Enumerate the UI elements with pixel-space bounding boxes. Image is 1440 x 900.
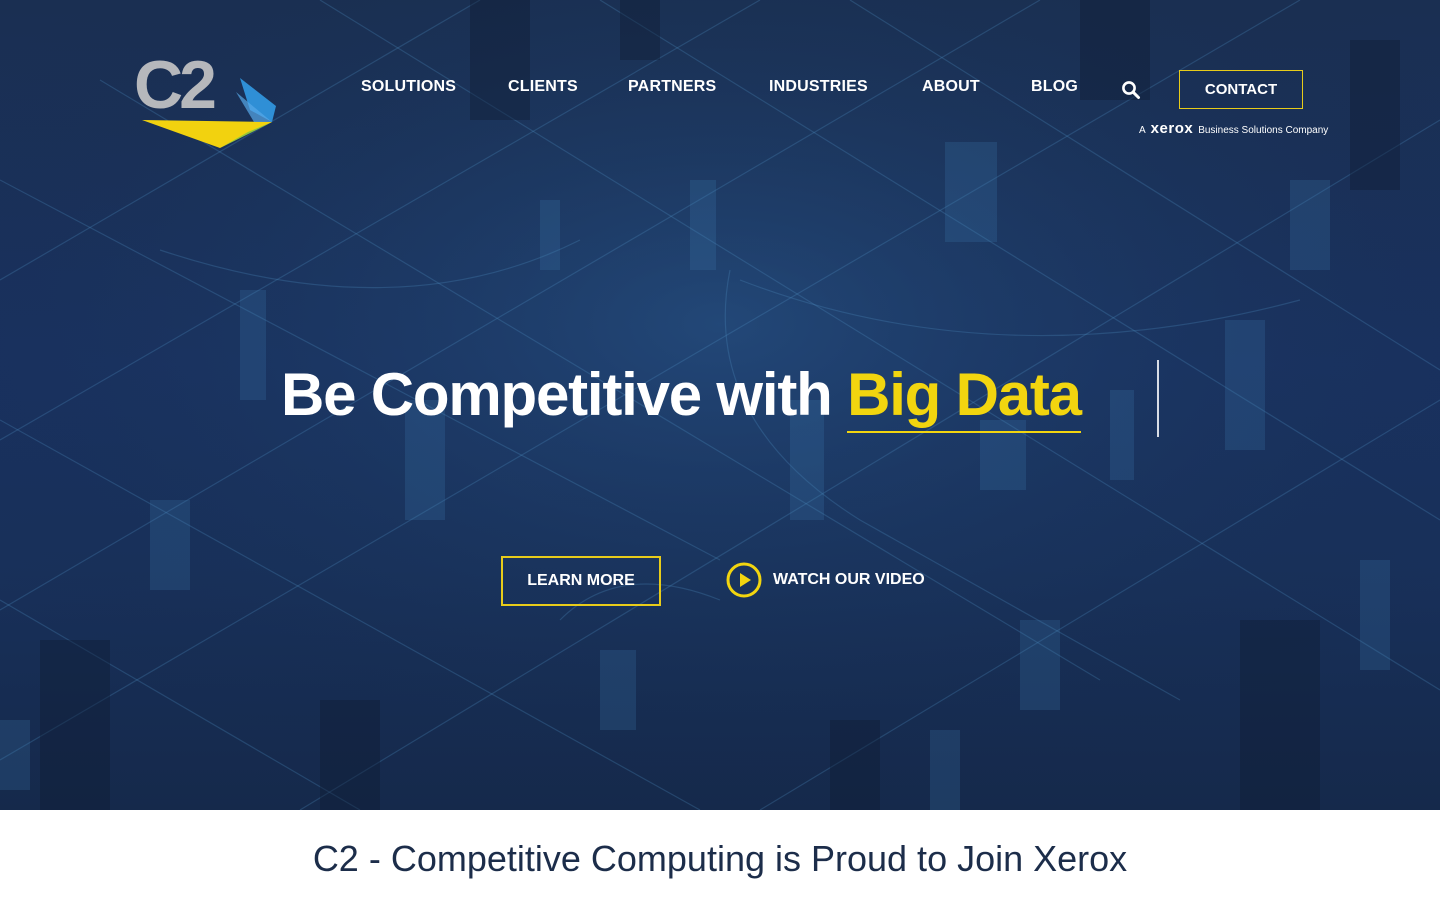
xerox-prefix: A: [1139, 125, 1146, 136]
nav-clients[interactable]: CLIENTS: [508, 78, 578, 102]
watch-video-button[interactable]: WATCH OUR VIDEO: [726, 562, 925, 598]
nav-blog[interactable]: BLOG: [1031, 78, 1078, 102]
xerox-tagline: A xerox Business Solutions Company: [1139, 120, 1328, 137]
headline-highlight: Big Data: [847, 359, 1082, 433]
play-circle-icon: [726, 562, 762, 598]
headline-text: Be Competitive with: [281, 361, 848, 428]
xerox-suffix: Business Solutions Company: [1198, 125, 1329, 136]
hero-headline: Be Competitive with Big Data: [281, 358, 1082, 433]
nav-industries[interactable]: INDUSTRIES: [769, 78, 868, 102]
svg-text:C2: C2: [134, 48, 215, 123]
hero-section: C2 SOLUTIONS CLIENTS PARTNERS INDUSTRIES…: [0, 0, 1440, 810]
learn-more-button[interactable]: LEARN MORE: [501, 556, 661, 606]
announcement-heading: C2 - Competitive Computing is Proud to J…: [312, 838, 1128, 879]
typing-cursor: [1157, 360, 1159, 437]
nav-partners[interactable]: PARTNERS: [628, 78, 716, 102]
contact-button[interactable]: CONTACT: [1179, 70, 1303, 109]
c2-logo[interactable]: C2: [132, 48, 282, 152]
nav-about[interactable]: ABOUT: [922, 78, 980, 102]
nav-solutions[interactable]: SOLUTIONS: [361, 78, 456, 102]
watch-video-label: WATCH OUR VIDEO: [773, 571, 925, 588]
search-icon[interactable]: [1121, 80, 1141, 100]
xerox-logo-text: xerox: [1150, 120, 1194, 137]
